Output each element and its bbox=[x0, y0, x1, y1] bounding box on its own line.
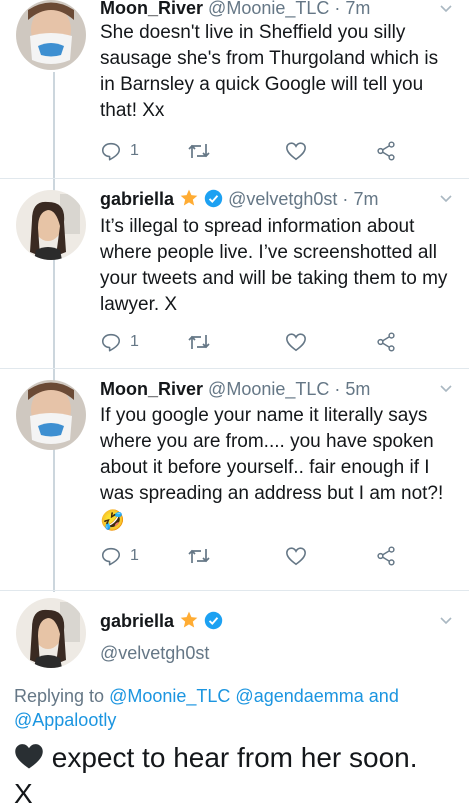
timestamp[interactable]: 7m bbox=[345, 0, 370, 18]
main-tweet-text-line2: X bbox=[14, 778, 33, 809]
main-tweet-text-content: expect to hear from her soon. bbox=[51, 742, 418, 773]
reply-button[interactable]: 1 bbox=[100, 139, 139, 163]
separator: · bbox=[334, 0, 341, 18]
share-icon bbox=[377, 332, 395, 352]
reply-icon bbox=[101, 333, 121, 352]
retweet-button[interactable] bbox=[187, 139, 211, 163]
tweet-1[interactable]: Moon_River @Moonie_TLC · 7m She doesn't … bbox=[0, 0, 469, 178]
chevron-down-icon[interactable] bbox=[439, 2, 453, 16]
share-button[interactable] bbox=[375, 330, 397, 354]
black-heart-icon bbox=[15, 744, 43, 769]
retweet-icon bbox=[188, 549, 210, 563]
divider bbox=[0, 590, 469, 591]
handle[interactable]: @Moonie_TLC bbox=[208, 379, 329, 399]
star-icon bbox=[180, 611, 198, 628]
display-name[interactable]: Moon_River bbox=[100, 0, 203, 18]
share-button[interactable] bbox=[375, 139, 397, 163]
like-button[interactable] bbox=[285, 544, 307, 568]
retweet-button[interactable] bbox=[187, 544, 211, 568]
reply-count: 1 bbox=[130, 547, 139, 564]
avatar[interactable] bbox=[16, 598, 86, 668]
chevron-down-icon[interactable] bbox=[439, 382, 453, 396]
divider bbox=[0, 368, 469, 369]
retweet-button[interactable] bbox=[187, 330, 211, 354]
like-button[interactable] bbox=[285, 139, 307, 163]
separator: · bbox=[342, 189, 349, 209]
avatar[interactable] bbox=[16, 380, 86, 450]
tweet-header: Moon_River @Moonie_TLC · 7m bbox=[100, 0, 370, 19]
mention-link[interactable]: @Moonie_TLC bbox=[109, 686, 230, 706]
avatar[interactable] bbox=[16, 190, 86, 260]
verified-badge-icon bbox=[204, 189, 223, 208]
tweet-text: She doesn't live in Sheffield you silly … bbox=[100, 22, 439, 121]
tweet-actions: 1 bbox=[100, 544, 410, 570]
avatar[interactable] bbox=[16, 0, 86, 70]
like-icon bbox=[286, 547, 306, 566]
reply-button[interactable]: 1 bbox=[100, 544, 139, 568]
star-icon bbox=[180, 189, 198, 206]
handle[interactable]: @velvetgh0st bbox=[100, 642, 209, 664]
display-name[interactable]: Moon_River bbox=[100, 379, 203, 399]
handle[interactable]: @velvetgh0st bbox=[228, 189, 337, 209]
display-name[interactable]: gabriella bbox=[100, 189, 174, 209]
reply-count: 1 bbox=[130, 333, 139, 350]
chevron-down-icon[interactable] bbox=[439, 192, 453, 206]
replying-to-label: Replying to bbox=[14, 686, 105, 706]
tweet-3[interactable]: Moon_River @Moonie_TLC · 5m If you googl… bbox=[0, 378, 469, 588]
reply-icon bbox=[101, 142, 121, 161]
mention-link[interactable]: @Appalootly bbox=[14, 710, 116, 730]
reply-icon bbox=[101, 547, 121, 566]
handle[interactable]: @Moonie_TLC bbox=[208, 0, 329, 18]
like-button[interactable] bbox=[285, 330, 307, 354]
tweet-text-content: If you google your name it literally say… bbox=[100, 405, 444, 504]
tweet-actions: 1 bbox=[100, 139, 410, 165]
tweet-text: It’s illegal to spread information about… bbox=[100, 216, 448, 315]
tweet-text: If you google your name it literally say… bbox=[100, 403, 450, 535]
reply-count: 1 bbox=[130, 142, 139, 159]
share-button[interactable] bbox=[375, 544, 397, 568]
retweet-icon bbox=[188, 144, 210, 158]
tweet-2[interactable]: gabriella @velvetgh0st · 7m It’s illegal… bbox=[0, 188, 469, 365]
share-icon bbox=[377, 546, 395, 566]
mention-and[interactable]: and bbox=[369, 686, 399, 706]
tweet-actions: 1 bbox=[100, 330, 410, 356]
separator: · bbox=[334, 379, 341, 399]
replying-to: Replying to @Moonie_TLC @agendaemma and … bbox=[14, 684, 454, 732]
like-icon bbox=[286, 142, 306, 161]
tweet-header: gabriella @velvetgh0st · 7m bbox=[100, 188, 378, 210]
verified-badge-icon bbox=[204, 611, 223, 630]
retweet-icon bbox=[188, 335, 210, 349]
mention-link[interactable]: @agendaemma bbox=[235, 686, 363, 706]
tweet-header: Moon_River @Moonie_TLC · 5m bbox=[100, 378, 370, 400]
main-tweet-name-row: gabriella bbox=[100, 610, 223, 632]
divider bbox=[0, 178, 469, 179]
timestamp[interactable]: 5m bbox=[345, 379, 370, 399]
reply-button[interactable]: 1 bbox=[100, 330, 139, 354]
chevron-down-icon[interactable] bbox=[439, 614, 453, 628]
display-name[interactable]: gabriella bbox=[100, 611, 174, 631]
rofl-emoji: 🤣 bbox=[100, 510, 125, 532]
timestamp[interactable]: 7m bbox=[353, 189, 378, 209]
share-icon bbox=[377, 141, 395, 161]
like-icon bbox=[286, 333, 306, 352]
main-tweet-text: expect to hear from her soon. X bbox=[14, 740, 464, 812]
